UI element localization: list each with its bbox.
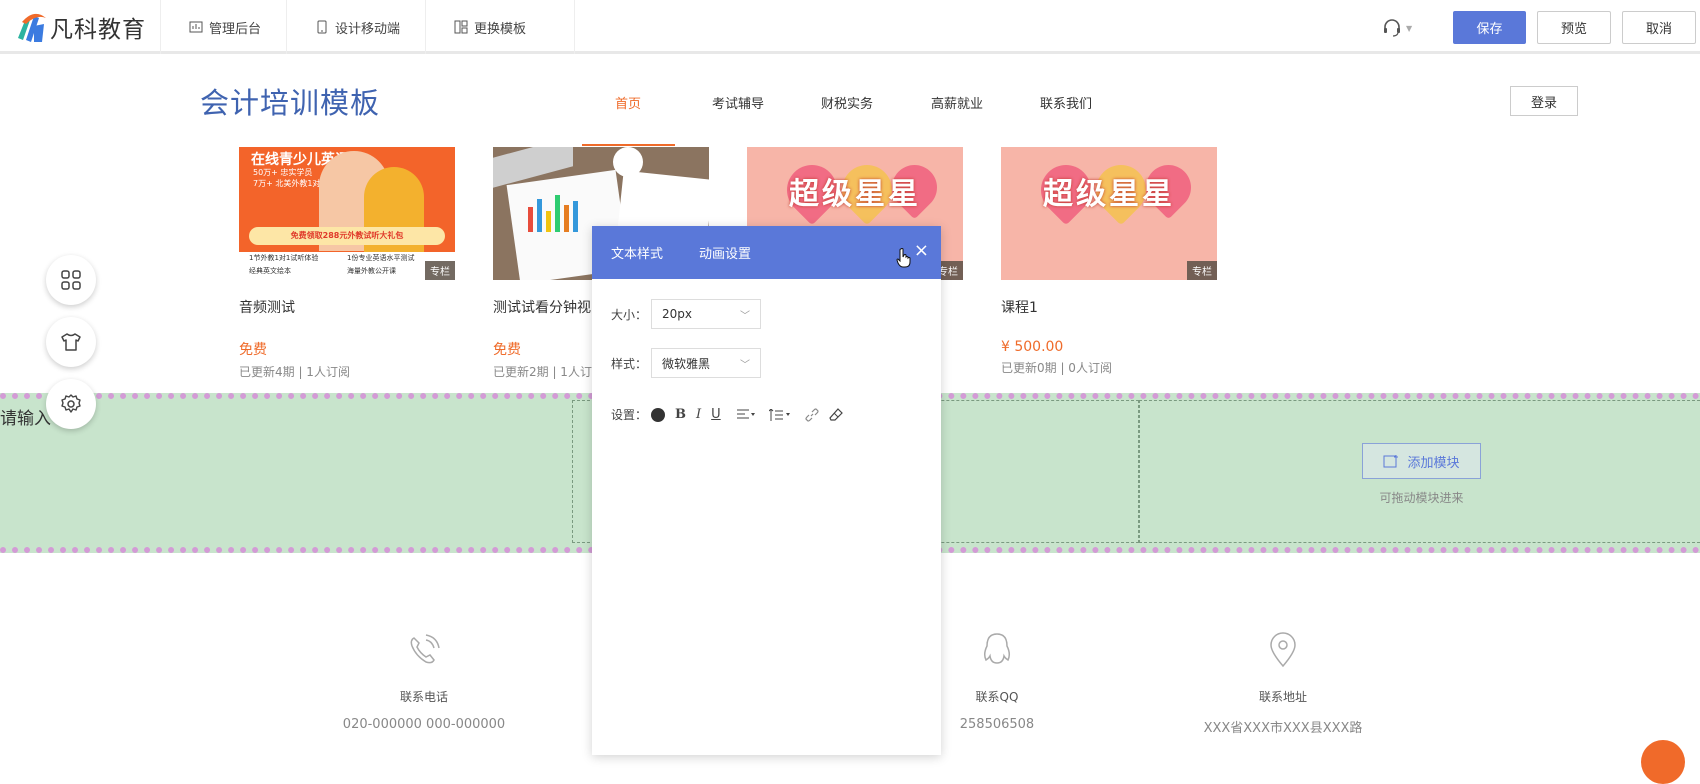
bullet: 海量外教公开课 [347, 267, 396, 275]
bullet: 经典英文绘本 [249, 267, 291, 275]
grid-icon [61, 270, 81, 290]
site-nav-contact[interactable]: 联系我们 [1040, 93, 1092, 112]
course-meta: 已更新4期 | 1人订阅 [239, 365, 350, 379]
chevron-down-icon: ﹀ [740, 359, 751, 371]
course-price: ¥ 500.00 [1001, 339, 1064, 355]
contact-label: 联系地址 [1258, 690, 1307, 704]
italic-icon[interactable]: I [696, 407, 701, 422]
location-icon [1270, 632, 1296, 668]
eraser-icon[interactable] [828, 407, 843, 422]
course-title[interactable]: 课程1 [1001, 297, 1217, 317]
font-select[interactable]: 微软雅黑 ﹀ [651, 348, 762, 378]
settings-icon [61, 394, 81, 413]
close-icon[interactable]: × [914, 240, 929, 261]
font-row: 样式： 微软雅黑 ﹀ [611, 348, 762, 378]
style-label: 样式： [611, 356, 648, 371]
chevron-down-icon: ﹀ [740, 310, 751, 322]
cancel-button[interactable]: 取消 [1622, 11, 1696, 44]
size-label: 大小： [611, 307, 648, 322]
site-title[interactable]: 会计培训模板 [200, 80, 380, 122]
text-input-placeholder[interactable]: 请输入 [0, 404, 51, 429]
add-module-hint: 可拖动模块进来 [1379, 491, 1464, 505]
banner-text: 超级星星 [789, 177, 921, 212]
course-thumbnail: 在线青少儿英语 50万+ 忠实学员 7万+ 北美外教1对1授课 免费领取288元… [239, 147, 455, 280]
theme-button[interactable] [46, 317, 96, 367]
logo-icon [18, 13, 46, 42]
format-toolbar: 设置： B I U [611, 406, 843, 423]
course-card[interactable]: 在线青少儿英语 50万+ 忠实学员 7万+ 北美外教1对1授课 免费领取288元… [239, 147, 455, 380]
help-float-button[interactable] [1641, 740, 1685, 784]
column-tag: 专栏 [1187, 261, 1217, 280]
contact-address: 联系地址 XXX省XXX市XXX县XXX路 [1183, 630, 1383, 736]
save-button[interactable]: 保存 [1453, 11, 1526, 44]
qq-icon [983, 633, 1011, 664]
nav-template[interactable]: 更换模板 [425, 0, 575, 54]
nav-admin-label: 管理后台 [209, 21, 262, 37]
underline-icon[interactable]: U [711, 407, 721, 422]
nav-mobile[interactable]: 设计移动端 [286, 0, 426, 54]
course-price: 免费 [239, 342, 267, 358]
size-value: 20px [662, 307, 693, 321]
phone-icon [410, 634, 440, 664]
banner-text: 超级星星 [1043, 177, 1175, 212]
chevron-down-icon[interactable]: ▼ [1406, 24, 1412, 33]
course-meta: 已更新0期 | 0人订阅 [1001, 361, 1112, 375]
contact-value: XXX省XXX市XXX县XXX路 [1203, 721, 1363, 736]
shirt-icon [61, 333, 81, 351]
brand-logo[interactable]: 凡科教育 [14, 8, 154, 46]
hand-cursor-icon [896, 248, 911, 268]
size-row: 大小： 20px ﹀ [611, 299, 762, 329]
bold-icon[interactable]: B [675, 407, 686, 422]
contact-label: 联系电话 [399, 690, 448, 704]
modules-button[interactable] [46, 255, 96, 305]
bullet: 1节外教1对1试听体验 [249, 254, 319, 262]
text-color-swatch[interactable] [651, 407, 666, 422]
contact-value: 020-000000 000-000000 [342, 717, 506, 732]
banner-line: 50万+ 忠实学员 [253, 168, 313, 177]
mobile-icon [317, 20, 327, 34]
nav-mobile-label: 设计移动端 [335, 21, 401, 37]
preview-button[interactable]: 预览 [1537, 11, 1611, 44]
nav-template-label: 更换模板 [474, 21, 527, 37]
headset-icon[interactable] [1382, 18, 1402, 38]
add-module-label: 添加模块 [1407, 455, 1460, 471]
site-nav-career[interactable]: 高薪就业 [931, 93, 983, 112]
editor-topbar: 凡科教育 管理后台 设计移动端 更换模板 ▼ 保存 预览 取消 [0, 0, 1700, 54]
brand-name: 凡科教育 [50, 17, 146, 43]
tab-text-style[interactable]: 文本样式 [611, 243, 663, 262]
course-thumbnail: 超级星星 专栏 [1001, 147, 1217, 280]
add-module-button[interactable]: 添加模块 [1362, 443, 1481, 479]
line-height-icon[interactable] [768, 408, 791, 421]
settings-button[interactable] [46, 379, 96, 429]
align-icon[interactable] [736, 409, 755, 421]
course-title[interactable]: 音频测试 [239, 297, 455, 317]
size-select[interactable]: 20px ﹀ [651, 299, 762, 329]
bullet: 1份专业英语水平测试 [347, 254, 415, 262]
login-button[interactable]: 登录 [1510, 86, 1578, 116]
site-nav-exam[interactable]: 考试辅导 [712, 93, 764, 112]
site-nav-tax[interactable]: 财税实务 [821, 93, 873, 112]
link-icon[interactable] [805, 407, 819, 422]
nav-admin[interactable]: 管理后台 [160, 0, 288, 54]
text-style-panel: 文本样式 动画设置 × 大小： 20px ﹀ 样式： 微软雅黑 ﹀ 设置： B … [592, 226, 941, 755]
promo-text: 免费领取288元外教试听大礼包 [249, 227, 445, 245]
course-card[interactable]: 超级星星 专栏 课程1 ¥ 500.00 已更新0期 | 0人订阅 [1001, 147, 1217, 376]
chart-icon [189, 21, 203, 33]
template-icon [454, 20, 468, 34]
tab-animation[interactable]: 动画设置 [699, 243, 751, 262]
column-tag: 专栏 [425, 261, 455, 280]
contact-phone: 联系电话 020-000000 000-000000 [324, 630, 524, 732]
site-nav-home[interactable]: 首页 [615, 93, 641, 112]
font-value: 微软雅黑 [662, 356, 711, 371]
add-module-icon [1383, 455, 1399, 468]
active-nav-indicator [582, 144, 675, 146]
settings-label: 设置： [611, 408, 648, 422]
panel-header: 文本样式 动画设置 × [592, 226, 941, 279]
